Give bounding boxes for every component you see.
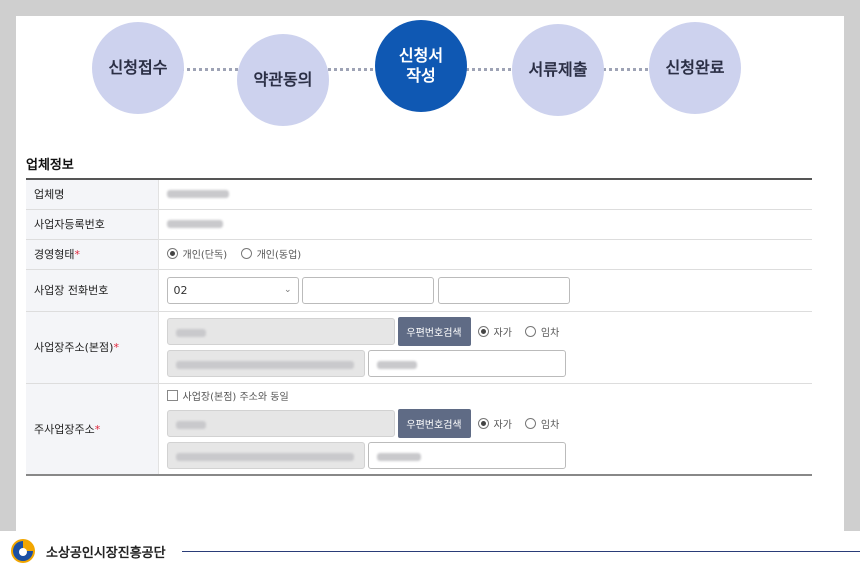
step-apply-receipt: 신청접수 <box>92 22 184 114</box>
field-label: 업체명 <box>26 179 159 209</box>
zipcode-search-button[interactable]: 우편번호검색 <box>397 317 471 346</box>
radio-label: 개인(동업) <box>256 250 302 261</box>
step-label: 약관동의 <box>253 70 313 89</box>
redacted-value <box>175 421 206 430</box>
step-label: 신청완료 <box>665 58 725 77</box>
step-complete: 신청완료 <box>649 22 741 114</box>
address-input[interactable] <box>166 442 365 470</box>
radio-lease[interactable]: 임차 <box>524 416 560 432</box>
step-label: 신청접수 <box>108 58 168 77</box>
org-logo-icon <box>11 539 35 563</box>
radio-own[interactable]: 자가 <box>477 416 512 432</box>
redacted-value <box>166 219 223 228</box>
footer: 소상공인시장진흥공단 <box>0 531 860 575</box>
radio-own[interactable]: 자가 <box>477 324 512 339</box>
redacted-value <box>376 361 417 369</box>
radio-label: 개인(단독) <box>182 250 228 261</box>
phone-middle-input[interactable] <box>302 276 434 304</box>
row-biz-reg-no: 사업자등록번호 <box>26 209 812 239</box>
field-label: 사업장주소(본점) <box>34 341 114 354</box>
radio-mgmt-partner[interactable]: 개인(동업) <box>240 246 302 261</box>
required-mark: * <box>94 422 101 436</box>
step-connector <box>459 68 517 71</box>
field-label: 주사업장주소 <box>34 422 95 436</box>
row-biz-address: 사업장주소(본점)* 우편번호검색 자가 임차 <box>26 311 812 383</box>
phone-last-input[interactable] <box>437 276 570 304</box>
org-name: 소상공인시장진흥공단 <box>46 546 166 561</box>
required-mark: * <box>74 248 80 261</box>
redacted-value <box>175 329 206 337</box>
radio-lease[interactable]: 임차 <box>524 324 560 339</box>
radio-label: 임차 <box>540 420 560 432</box>
radio-mgmt-single[interactable]: 개인(단독) <box>166 246 228 261</box>
zipcode-search-button[interactable]: 우편번호검색 <box>397 409 471 439</box>
step-write-form: 신청서 작성 <box>375 20 467 112</box>
step-label: 서류제출 <box>528 60 588 79</box>
required-mark: * <box>113 341 119 354</box>
radio-label: 자가 <box>493 420 512 432</box>
footer-divider <box>182 551 860 552</box>
area-code-value: 02 <box>173 283 188 297</box>
field-label: 사업자등록번호 <box>26 209 159 239</box>
zipcode-input[interactable] <box>166 410 395 438</box>
field-label: 경영형태 <box>34 248 75 261</box>
radio-dot <box>524 418 536 430</box>
radio-dot <box>477 326 489 337</box>
section-title: 업체정보 <box>26 158 74 173</box>
step-submit-docs: 서류제출 <box>512 24 604 116</box>
same-address-checkbox[interactable] <box>166 390 178 402</box>
step-connector <box>176 68 238 71</box>
step-label: 신청서 작성 <box>398 46 444 85</box>
radio-dot <box>524 326 536 337</box>
address-detail-input[interactable] <box>367 442 566 470</box>
area-code-select[interactable]: 02 ⌄ <box>166 276 299 304</box>
radio-label: 자가 <box>493 328 512 339</box>
row-main-address: 주사업장주소* 사업장(본점) 주소와 동일 우편번호검색 자가 임차 <box>26 383 812 475</box>
radio-dot <box>477 418 489 430</box>
zipcode-input[interactable] <box>166 318 395 345</box>
chevron-down-icon: ⌄ <box>283 285 292 295</box>
page-frame: 신청접수 약관동의 신청서 작성 서류제출 신청완료 업체정보 업체명 사업자등… <box>16 16 844 531</box>
redacted-value <box>166 189 229 198</box>
row-mgmt-type: 경영형태* 개인(단독) 개인(동업) <box>26 239 812 269</box>
row-company-name: 업체명 <box>26 179 812 209</box>
radio-label: 임차 <box>540 328 560 339</box>
row-phone: 사업장 전화번호 02 ⌄ <box>26 269 812 311</box>
radio-dot <box>240 248 252 259</box>
step-connector <box>321 68 379 71</box>
redacted-value <box>175 453 354 462</box>
radio-dot <box>166 248 178 259</box>
step-terms-agree: 약관동의 <box>237 34 329 126</box>
redacted-value <box>175 361 354 369</box>
step-connector <box>596 68 654 71</box>
redacted-value <box>376 453 421 462</box>
field-label: 사업장 전화번호 <box>26 269 159 311</box>
same-address-label: 사업장(본점) 주소와 동일 <box>182 392 289 404</box>
address-input[interactable] <box>166 350 365 377</box>
address-detail-input[interactable] <box>367 350 566 377</box>
progress-steps: 신청접수 약관동의 신청서 작성 서류제출 신청완료 <box>16 16 844 126</box>
company-info-table: 업체명 사업자등록번호 경영형태* 개인(단독) 개인(동업) 사업장 전화번호… <box>26 178 812 476</box>
